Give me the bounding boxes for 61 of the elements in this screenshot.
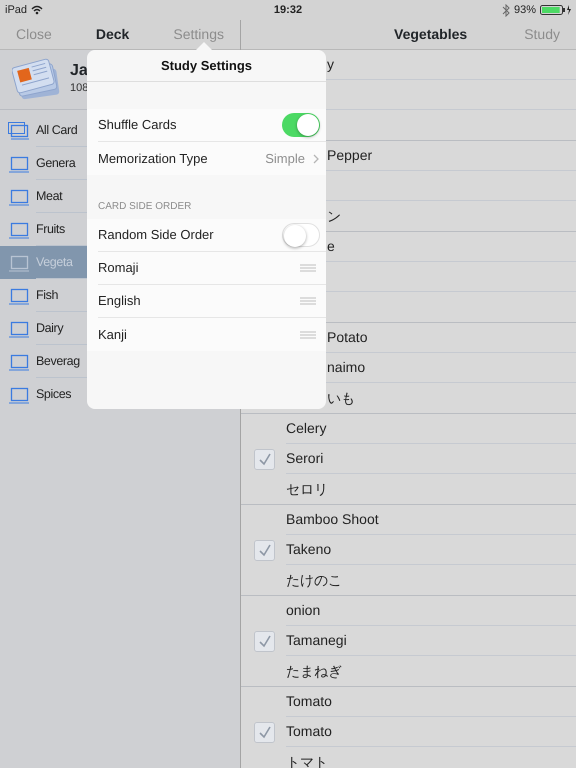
settings-row[interactable]: Shuffle Cards — [87, 109, 326, 142]
card-text: ン — [327, 206, 341, 226]
checkbox[interactable] — [254, 630, 275, 652]
card-text: Serori — [286, 449, 324, 468]
deck-icon — [8, 386, 30, 404]
deck-icon — [8, 122, 30, 140]
deck-icon — [8, 286, 30, 304]
checkbox[interactable] — [254, 448, 275, 470]
nav-title: Deck — [96, 25, 130, 44]
card-text: y — [327, 55, 334, 74]
toggle-switch[interactable] — [282, 113, 320, 137]
check-icon — [256, 452, 272, 466]
settings-row[interactable]: Romaji — [87, 252, 326, 285]
card-text: たけのこ — [286, 570, 342, 590]
card-text: たまねぎ — [286, 662, 342, 680]
popover-title: Study Settings — [160, 56, 252, 75]
card-text: onion — [286, 601, 320, 620]
card-text: セロリ — [286, 480, 328, 498]
reorder-icon — [300, 330, 316, 338]
check-icon — [256, 725, 272, 739]
card-text: Pepper — [327, 146, 372, 165]
reorder-icon — [300, 297, 316, 305]
checkbox[interactable] — [254, 722, 275, 742]
card-text: e — [327, 237, 335, 256]
deck-name: Ja — [70, 62, 88, 80]
card-text: トマト — [286, 752, 328, 768]
settings-row[interactable]: English — [87, 285, 326, 318]
clock-time: 19:32 — [274, 2, 302, 18]
deck-icon — [8, 352, 30, 370]
device-name: iPad — [5, 2, 28, 18]
card-text: Takeno — [286, 540, 332, 559]
card-text: Tomato — [286, 692, 332, 711]
settings-row[interactable]: Kanji — [87, 318, 326, 351]
deck-icon — [8, 188, 30, 206]
card-text: Tamanegi — [286, 631, 347, 650]
deck-icon — [8, 220, 30, 238]
nav-title: Vegetables — [394, 25, 468, 44]
battery-percent: 93% — [514, 2, 536, 18]
toggle-switch[interactable] — [282, 223, 320, 247]
card-text: Potato — [327, 328, 368, 347]
checkbox[interactable] — [254, 540, 275, 560]
wifi-icon — [31, 5, 44, 15]
battery-icon — [540, 5, 571, 15]
deck-icon — [8, 254, 30, 272]
deck-icon — [8, 154, 30, 172]
chevron-icon — [313, 154, 320, 164]
settings-row[interactable]: Random Side Order — [87, 219, 326, 252]
check-icon — [256, 543, 272, 557]
value-text: Simple — [265, 150, 305, 168]
card-text: Tomato — [286, 722, 332, 741]
category-item[interactable]: Spices — [0, 378, 240, 411]
section-header: CARD SIDE ORDER — [98, 201, 192, 212]
reorder-icon — [300, 264, 316, 272]
deck-icon — [8, 320, 30, 338]
card-text: naimo — [327, 358, 366, 377]
bluetooth-icon — [502, 4, 510, 16]
card-text: Bamboo Shoot — [286, 510, 379, 529]
check-icon — [256, 634, 272, 648]
card-text: Celery — [286, 419, 326, 438]
settings-row[interactable]: Memorization Type Simple — [87, 142, 326, 175]
card-text: いも — [327, 388, 355, 408]
